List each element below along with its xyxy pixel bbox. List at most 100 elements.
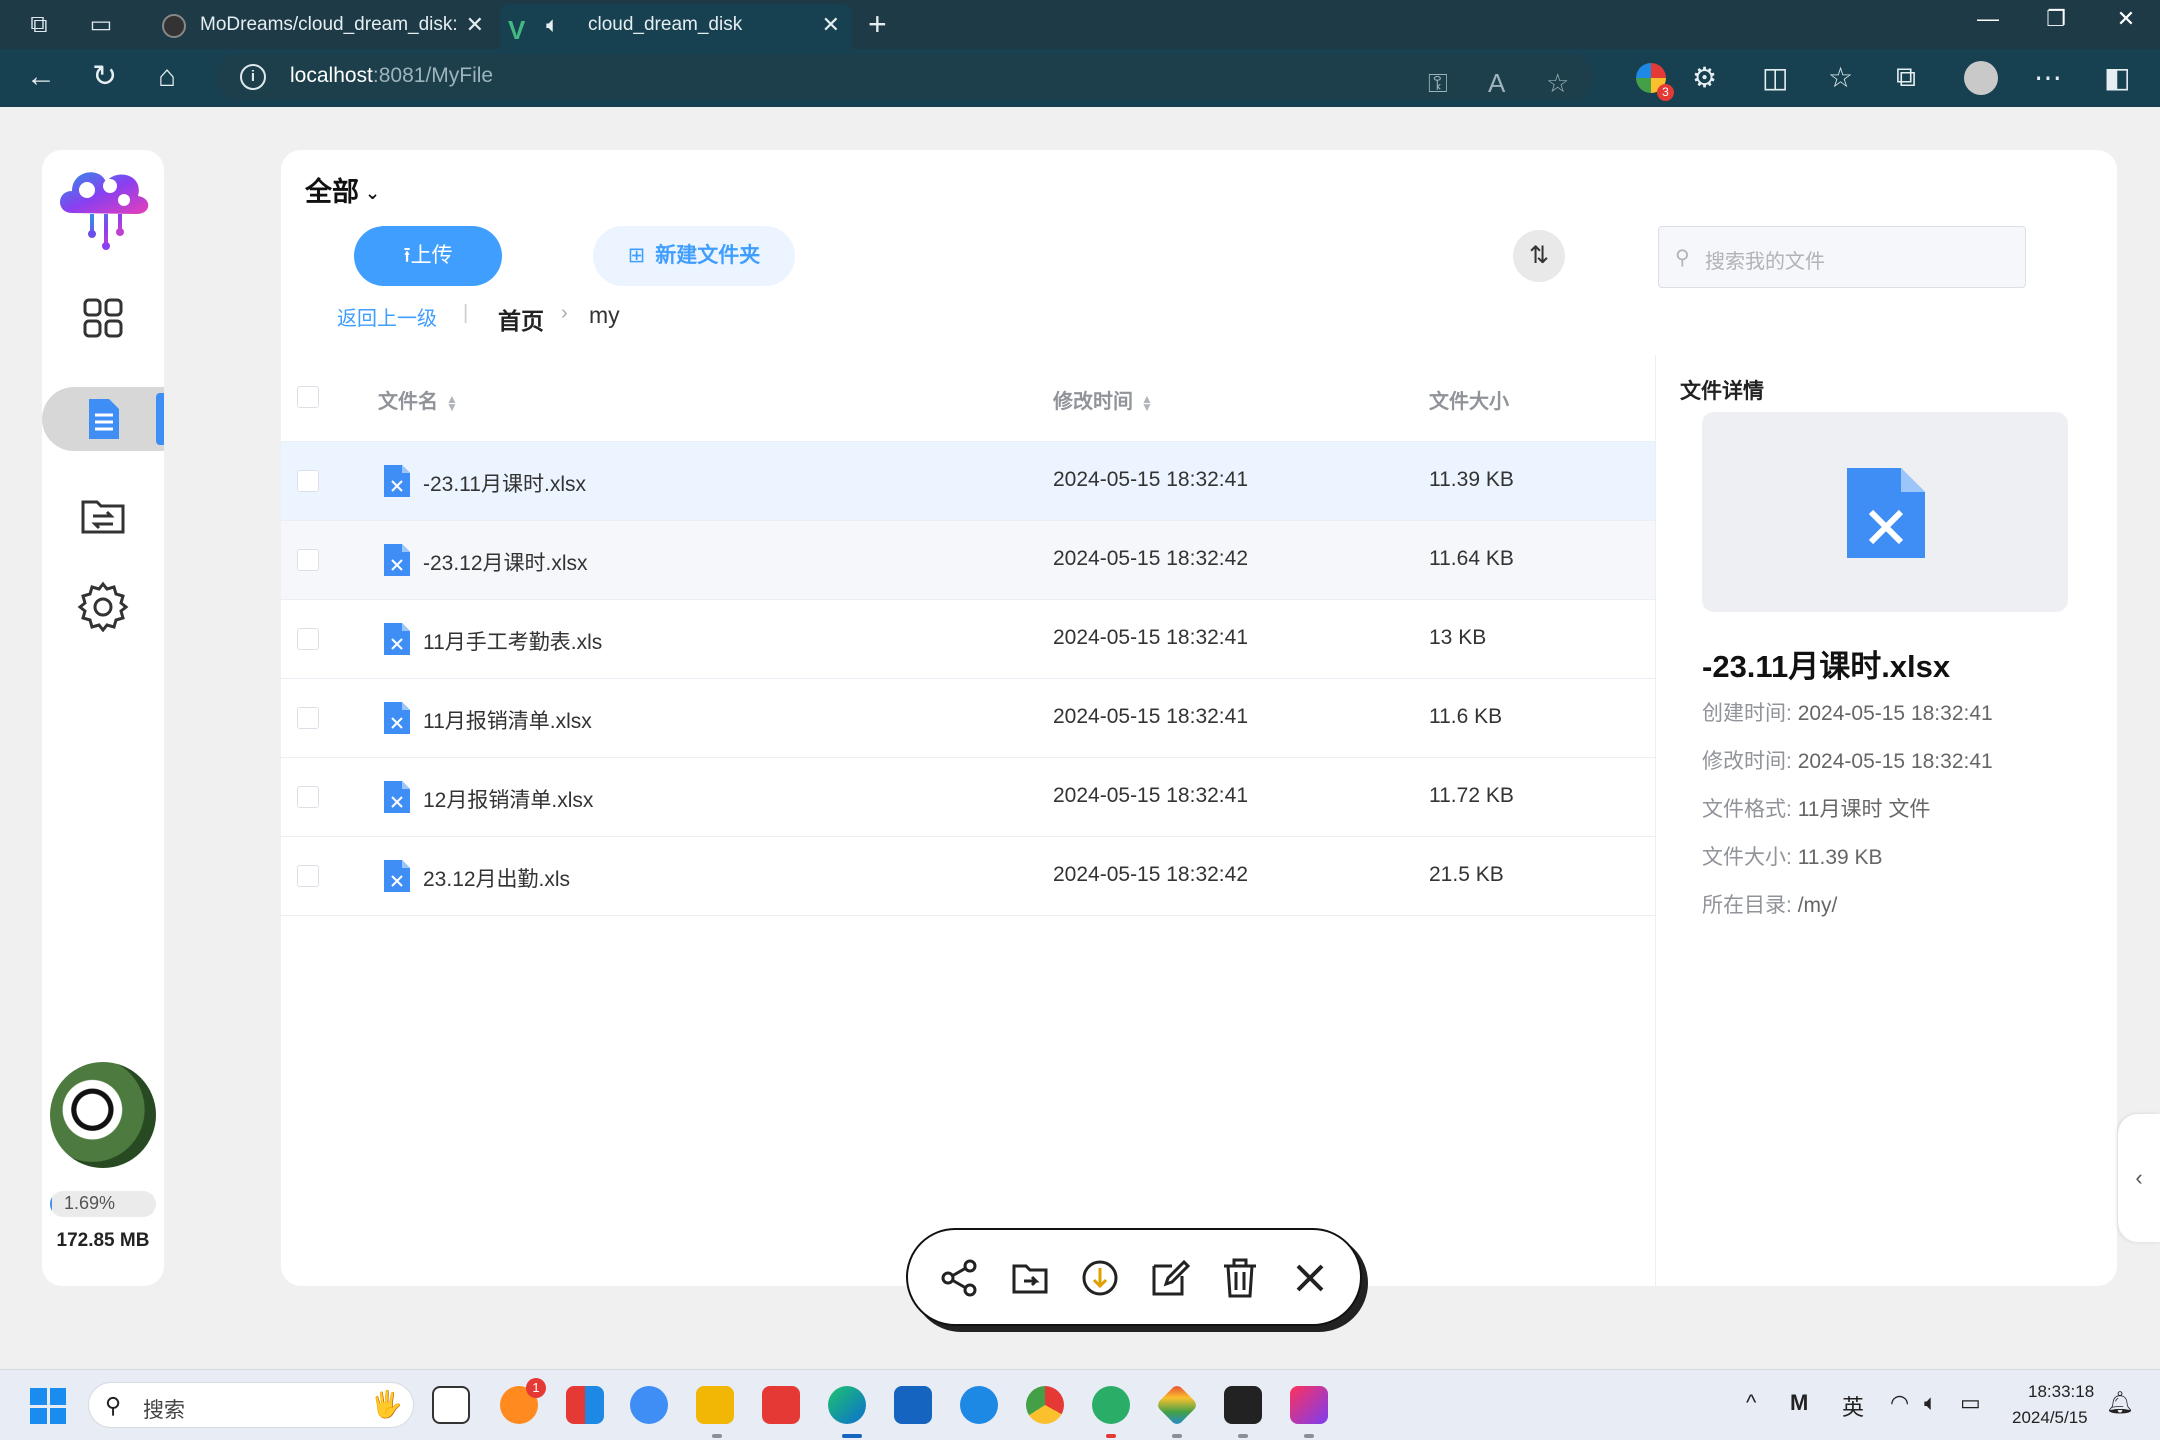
- favorite-star-icon[interactable]: ☆: [1546, 68, 1569, 99]
- row-checkbox[interactable]: [297, 786, 319, 808]
- storage-used: 172.85 MB: [56, 1230, 150, 1251]
- url-field[interactable]: i localhost:8081/MyFile ⚿ A ☆: [216, 54, 1594, 100]
- rename-edit-icon[interactable]: [1146, 1254, 1194, 1302]
- app-logo[interactable]: [52, 158, 156, 254]
- url-text[interactable]: localhost:8081/MyFile: [290, 64, 493, 88]
- wifi-icon[interactable]: ◠: [1890, 1390, 1909, 1416]
- sort-caret-icon[interactable]: ▲ ▼: [446, 393, 458, 413]
- terminal-icon[interactable]: [1224, 1386, 1262, 1424]
- file-name[interactable]: 12月报销清单.xlsx: [423, 784, 593, 814]
- app-icon-diamond[interactable]: [1155, 1383, 1199, 1427]
- close-window-icon[interactable]: ✕: [2106, 6, 2146, 32]
- clock-time[interactable]: 18:33:18: [2028, 1382, 2094, 1402]
- workspaces-icon[interactable]: ⧉: [24, 10, 54, 40]
- cloud-app-icon[interactable]: [630, 1386, 668, 1424]
- app-icon-pinwheel[interactable]: [566, 1386, 604, 1424]
- column-header-modified[interactable]: 修改时间 ▲ ▼: [1053, 385, 1153, 414]
- taskbar-search-input[interactable]: ⚲ 搜索 🖐: [88, 1382, 414, 1428]
- collections-icon[interactable]: ⧉: [1896, 61, 1916, 94]
- notification-bell-icon[interactable]: 🔔︎: [2106, 1390, 2134, 1416]
- file-name[interactable]: -23.11月课时.xlsx: [423, 468, 586, 498]
- show-hidden-icons-chevron-icon[interactable]: ^: [1746, 1390, 1756, 1416]
- table-row[interactable]: 11月手工考勤表.xls 2024-05-15 18:32:41 13 KB: [281, 599, 1655, 678]
- chevron-left-icon: ‹: [2135, 1165, 2143, 1190]
- file-explorer-icon[interactable]: [696, 1386, 734, 1424]
- file-name[interactable]: 11月报销清单.xlsx: [423, 705, 592, 735]
- nav-dashboard[interactable]: [42, 286, 164, 350]
- scope-dropdown[interactable]: 全部 ⌄: [305, 170, 380, 209]
- extension-icon[interactable]: 3: [1636, 63, 1674, 101]
- search-input[interactable]: ⚲ 搜索我的文件: [1658, 226, 2026, 288]
- file-name[interactable]: 23.12月出勤.xls: [423, 863, 570, 893]
- task-view-app-icon[interactable]: [432, 1386, 470, 1424]
- feishu-app-icon[interactable]: [960, 1386, 998, 1424]
- refresh-icon[interactable]: ↻: [92, 61, 117, 93]
- row-checkbox[interactable]: [297, 470, 319, 492]
- table-row[interactable]: 11月报销清单.xlsx 2024-05-15 18:32:41 11.6 KB: [281, 678, 1655, 757]
- nav-settings[interactable]: [42, 576, 164, 640]
- browser-tab-cloud-dream-disk[interactable]: V 🔈︎ cloud_dream_disk ✕: [500, 4, 852, 49]
- file-modified-time: 2024-05-15 18:32:42: [1053, 547, 1248, 570]
- row-checkbox[interactable]: [297, 549, 319, 571]
- split-screen-icon[interactable]: ◫: [1762, 61, 1788, 94]
- read-aloud-icon[interactable]: A: [1488, 68, 1505, 99]
- row-checkbox[interactable]: [297, 865, 319, 887]
- nav-my-files[interactable]: [42, 387, 164, 451]
- home-icon[interactable]: ⌂: [158, 61, 176, 93]
- column-header-name[interactable]: 文件名 ▲ ▼: [378, 385, 458, 414]
- file-name[interactable]: 11月手工考勤表.xls: [423, 626, 602, 656]
- download-icon[interactable]: [1076, 1254, 1124, 1302]
- edge-browser-icon[interactable]: [828, 1386, 866, 1424]
- select-all-checkbox[interactable]: [297, 386, 319, 408]
- speaker-icon[interactable]: 🔈︎: [546, 4, 559, 45]
- key-icon[interactable]: ⚿: [1428, 68, 1448, 100]
- breadcrumb-current[interactable]: my: [589, 302, 620, 329]
- sort-caret-icon[interactable]: ▲ ▼: [1141, 393, 1153, 413]
- minimize-icon[interactable]: —: [1968, 6, 2008, 32]
- sidebar-toggle-icon[interactable]: ◧: [2104, 61, 2130, 94]
- table-row[interactable]: -23.12月课时.xlsx 2024-05-15 18:32:42 11.64 K…: [281, 520, 1655, 599]
- close-tab-icon[interactable]: ✕: [466, 4, 484, 45]
- close-icon[interactable]: [1286, 1254, 1334, 1302]
- table-row[interactable]: 23.12月出勤.xls 2024-05-15 18:32:42 21.5 KB: [281, 836, 1655, 915]
- row-checkbox[interactable]: [297, 707, 319, 729]
- ime-indicator[interactable]: 英: [1842, 1390, 1864, 1422]
- file-name[interactable]: -23.12月课时.xlsx: [423, 547, 588, 577]
- more-menu-icon[interactable]: ⋯: [2034, 61, 2062, 94]
- app-icon-orange[interactable]: 1: [500, 1378, 546, 1424]
- back-to-parent-link[interactable]: 返回上一级: [337, 302, 437, 331]
- favorites-icon[interactable]: ☆: [1828, 61, 1853, 94]
- chrome-icon[interactable]: [1026, 1386, 1064, 1424]
- restore-icon[interactable]: ❐: [2036, 6, 2076, 32]
- user-avatar[interactable]: [50, 1062, 156, 1168]
- sort-toggle-button[interactable]: ⇅: [1513, 230, 1565, 282]
- collapse-drawer-button[interactable]: ‹: [2118, 1114, 2160, 1242]
- info-icon[interactable]: i: [240, 64, 266, 90]
- windows-start-icon[interactable]: [30, 1388, 66, 1424]
- table-row[interactable]: -23.11月课时.xlsx 2024-05-15 18:32:41 11.39 K…: [281, 441, 1655, 520]
- back-icon[interactable]: ←: [26, 61, 56, 93]
- upload-button[interactable]: ⭱上传: [354, 226, 502, 286]
- new-tab-icon[interactable]: +: [868, 6, 887, 43]
- profile-avatar[interactable]: [1964, 61, 1998, 95]
- nav-shared-folders[interactable]: [42, 484, 164, 548]
- table-row[interactable]: 12月报销清单.xlsx 2024-05-15 18:32:41 11.72 KB: [281, 757, 1655, 836]
- wechat-icon[interactable]: [1092, 1386, 1130, 1424]
- breadcrumb-home[interactable]: 首页: [498, 302, 544, 336]
- tray-app-icon[interactable]: M: [1790, 1390, 1808, 1416]
- microsoft-store-icon[interactable]: [894, 1386, 932, 1424]
- clock-date[interactable]: 2024/5/15: [2012, 1408, 2088, 1428]
- share-icon[interactable]: [936, 1254, 984, 1302]
- battery-icon[interactable]: ▭: [1960, 1390, 1981, 1416]
- move-to-folder-icon[interactable]: [1006, 1254, 1054, 1302]
- extensions-puzzle-icon[interactable]: ⚙: [1692, 61, 1717, 94]
- row-checkbox[interactable]: [297, 628, 319, 650]
- volume-icon[interactable]: 🔈︎: [1924, 1390, 1937, 1416]
- new-folder-button[interactable]: ⊞ 新建文件夹: [593, 226, 795, 286]
- huawei-app-icon[interactable]: [762, 1386, 800, 1424]
- intellij-idea-icon[interactable]: [1290, 1386, 1328, 1424]
- delete-trash-icon[interactable]: [1216, 1254, 1264, 1302]
- close-tab-icon[interactable]: ✕: [822, 4, 840, 45]
- browser-tab-github[interactable]: MoDreams/cloud_dream_disk: — ✕: [148, 4, 496, 49]
- tab-actions-icon[interactable]: ▭: [86, 10, 116, 40]
